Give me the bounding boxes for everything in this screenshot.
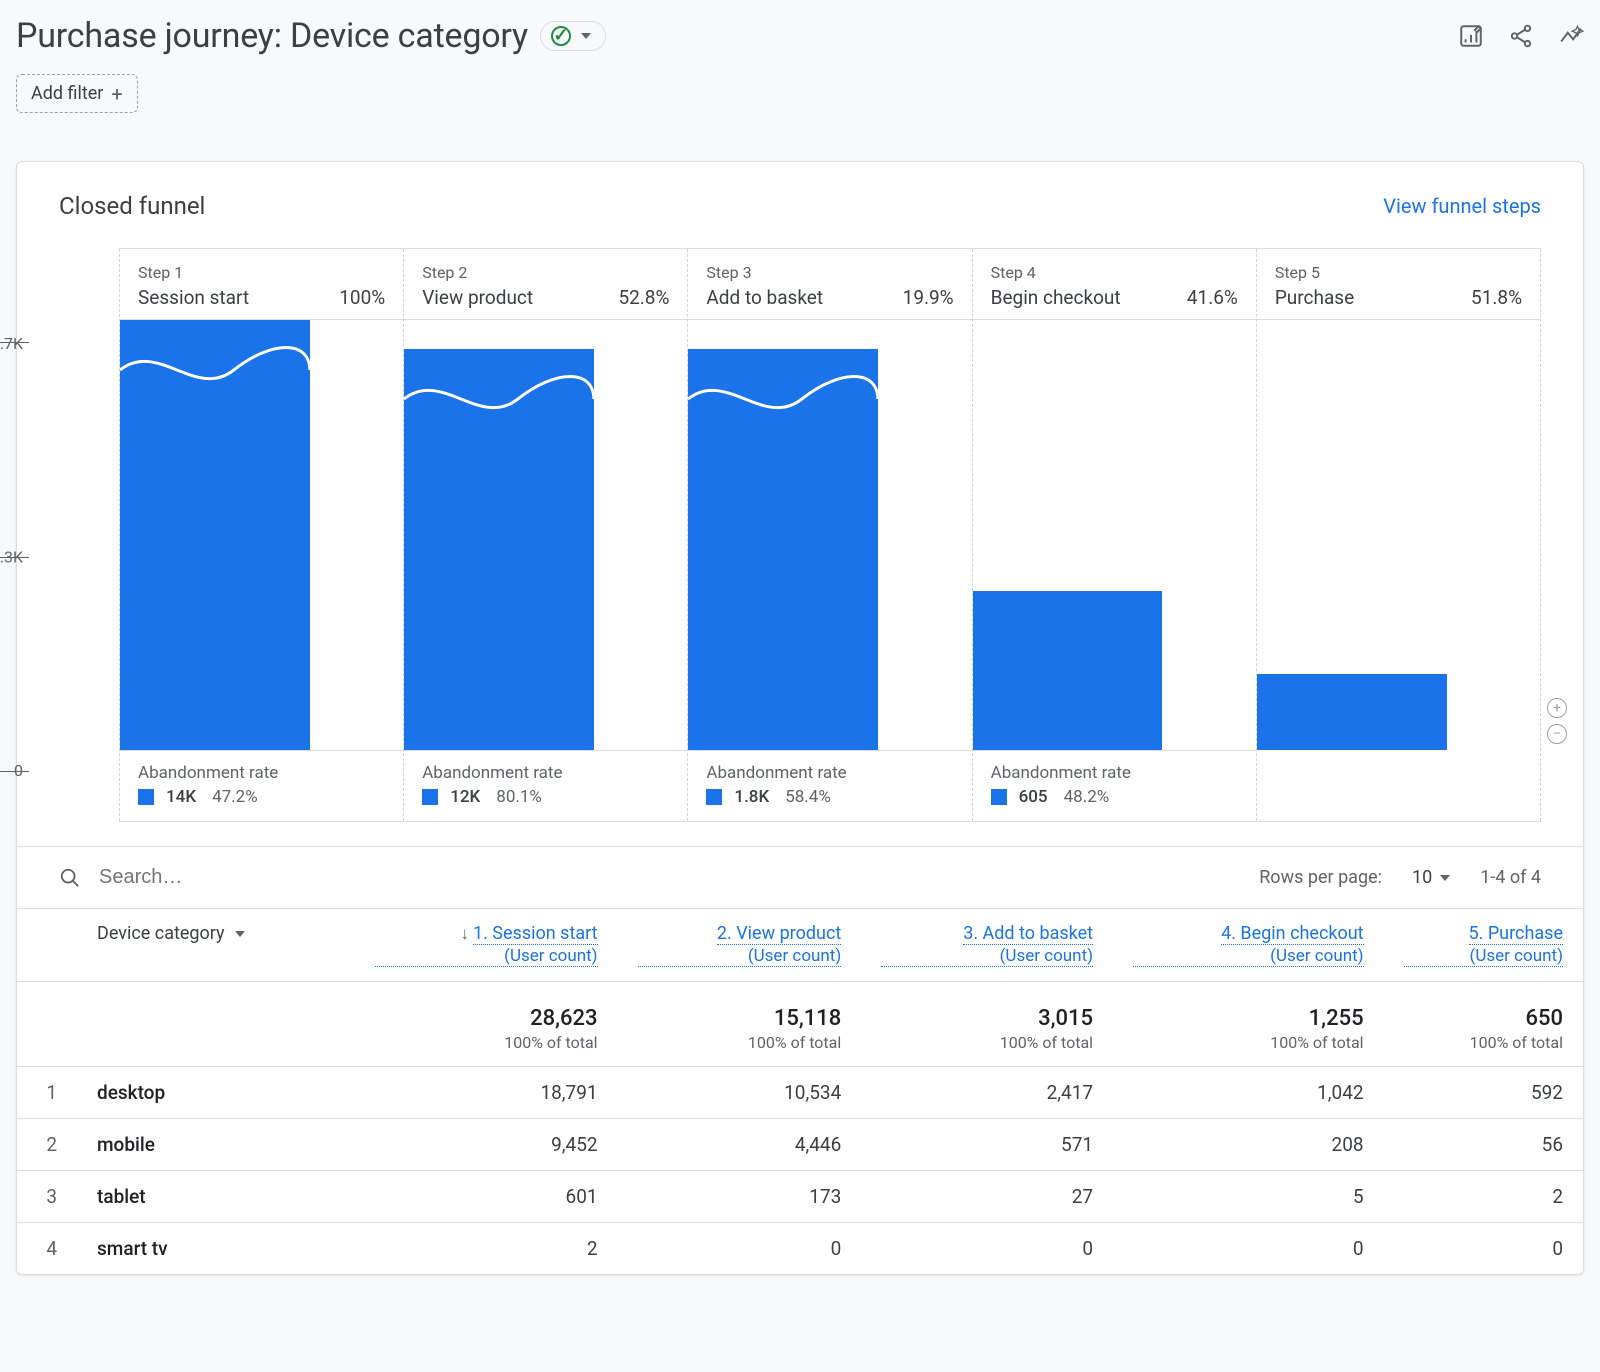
funnel-step: Step 5Purchase51.8%Abandonment rate [1256, 249, 1541, 821]
step-percent: 100% [339, 286, 385, 309]
table-header-metric[interactable]: 5. Purchase(User count) [1384, 909, 1583, 982]
funnel-step: Step 3Add to basket19.9%Abandonment rate… [687, 249, 971, 821]
table-row: 2mobile9,4524,44657120856 [17, 1119, 1583, 1171]
table-row: 4smart tv20000 [17, 1223, 1583, 1275]
abandonment-rate: 80.1% [496, 787, 542, 807]
abandonment-label: Abandonment rate [706, 763, 953, 783]
row-label: tablet [77, 1171, 355, 1223]
add-filter-label: Add filter [31, 83, 103, 104]
share-icon[interactable] [1508, 23, 1534, 49]
abandonment-count: 14K [166, 787, 196, 807]
zoom-out-button[interactable]: − [1547, 724, 1567, 744]
check-icon: ✓ [551, 26, 571, 46]
page-range: 1-4 of 4 [1480, 867, 1541, 888]
rows-per-page-label: Rows per page: [1259, 867, 1382, 888]
legend-swatch [706, 789, 722, 805]
step-name: Begin checkout [991, 286, 1121, 309]
row-label: desktop [77, 1067, 355, 1119]
table-header-index [17, 909, 77, 982]
chevron-down-icon [1440, 875, 1450, 881]
step-name: Session start [138, 286, 249, 309]
customize-report-icon[interactable] [1458, 23, 1484, 49]
plus-icon: + [111, 84, 122, 104]
abandonment-count: 1.8K [734, 787, 769, 807]
funnel-bar [1257, 674, 1447, 750]
funnel-step: Step 4Begin checkout41.6%Abandonment rat… [972, 249, 1256, 821]
funnel-step: Step 2View product52.8%Abandonment rate1… [403, 249, 687, 821]
data-table: Device category ↓1. Session start(User c… [17, 908, 1583, 1274]
legend-swatch [422, 789, 438, 805]
chevron-down-icon [235, 931, 245, 937]
abandonment-rate: 47.2% [212, 787, 258, 807]
rows-per-page-select[interactable]: 10 [1412, 867, 1450, 888]
step-percent: 52.8% [618, 286, 669, 309]
funnel-bar [973, 591, 1163, 750]
abandonment-label: Abandonment rate [138, 763, 385, 783]
card-title: Closed funnel [59, 192, 205, 220]
table-row: 3tablet6011732752 [17, 1171, 1583, 1223]
sort-desc-icon: ↓ [460, 924, 469, 944]
funnel-bar [688, 349, 878, 750]
table-header-metric[interactable]: ↓1. Session start(User count) [355, 909, 618, 982]
step-percent: 41.6% [1187, 286, 1238, 309]
step-name: Add to basket [706, 286, 823, 309]
row-label: mobile [77, 1119, 355, 1171]
insights-icon[interactable] [1558, 23, 1584, 49]
segment-dropdown[interactable]: ✓ [540, 21, 606, 51]
search-icon [59, 867, 81, 889]
table-header-metric[interactable]: 4. Begin checkout(User count) [1113, 909, 1384, 982]
abandonment-label: Abandonment rate [991, 763, 1238, 783]
step-percent: 19.9% [903, 286, 954, 309]
legend-swatch [991, 789, 1007, 805]
view-funnel-steps-link[interactable]: View funnel steps [1383, 194, 1541, 218]
table-row: 1desktop18,79110,5342,4171,042592 [17, 1067, 1583, 1119]
table-header-metric[interactable]: 2. View product(User count) [618, 909, 862, 982]
row-label: smart tv [77, 1223, 355, 1275]
search-input[interactable] [97, 865, 397, 890]
abandonment-count: 12K [450, 787, 480, 807]
abandonment-rate: 58.4% [785, 787, 831, 807]
chevron-down-icon [581, 33, 591, 39]
search-field [59, 865, 1243, 890]
step-percent: 51.8% [1471, 286, 1522, 309]
funnel-card: Closed funnel View funnel steps 2.7K 1.3… [16, 161, 1584, 1275]
funnel-step: Step 1Session start100%Abandonment rate1… [119, 249, 403, 821]
legend-swatch [138, 789, 154, 805]
zoom-controls: + − [1547, 698, 1567, 744]
funnel-bar [404, 349, 594, 750]
step-name: Purchase [1275, 286, 1354, 309]
table-totals-row: 28,623100% of total15,118100% of total3,… [17, 982, 1583, 1067]
abandonment-rate: 48.2% [1064, 787, 1110, 807]
abandonment-count: 605 [1019, 787, 1048, 807]
abandonment-label: Abandonment rate [422, 763, 669, 783]
step-name: View product [422, 286, 533, 309]
table-header-dimension[interactable]: Device category [77, 909, 355, 982]
zoom-in-button[interactable]: + [1547, 698, 1567, 718]
funnel-bar [120, 320, 310, 750]
y-axis: 2.7K 1.3K 0 [47, 342, 99, 772]
funnel-chart: Step 1Session start100%Abandonment rate1… [119, 248, 1541, 822]
page-title: Purchase journey: Device category [16, 16, 528, 56]
table-header-metric[interactable]: 3. Add to basket(User count) [861, 909, 1113, 982]
add-filter-button[interactable]: Add filter + [16, 74, 138, 113]
